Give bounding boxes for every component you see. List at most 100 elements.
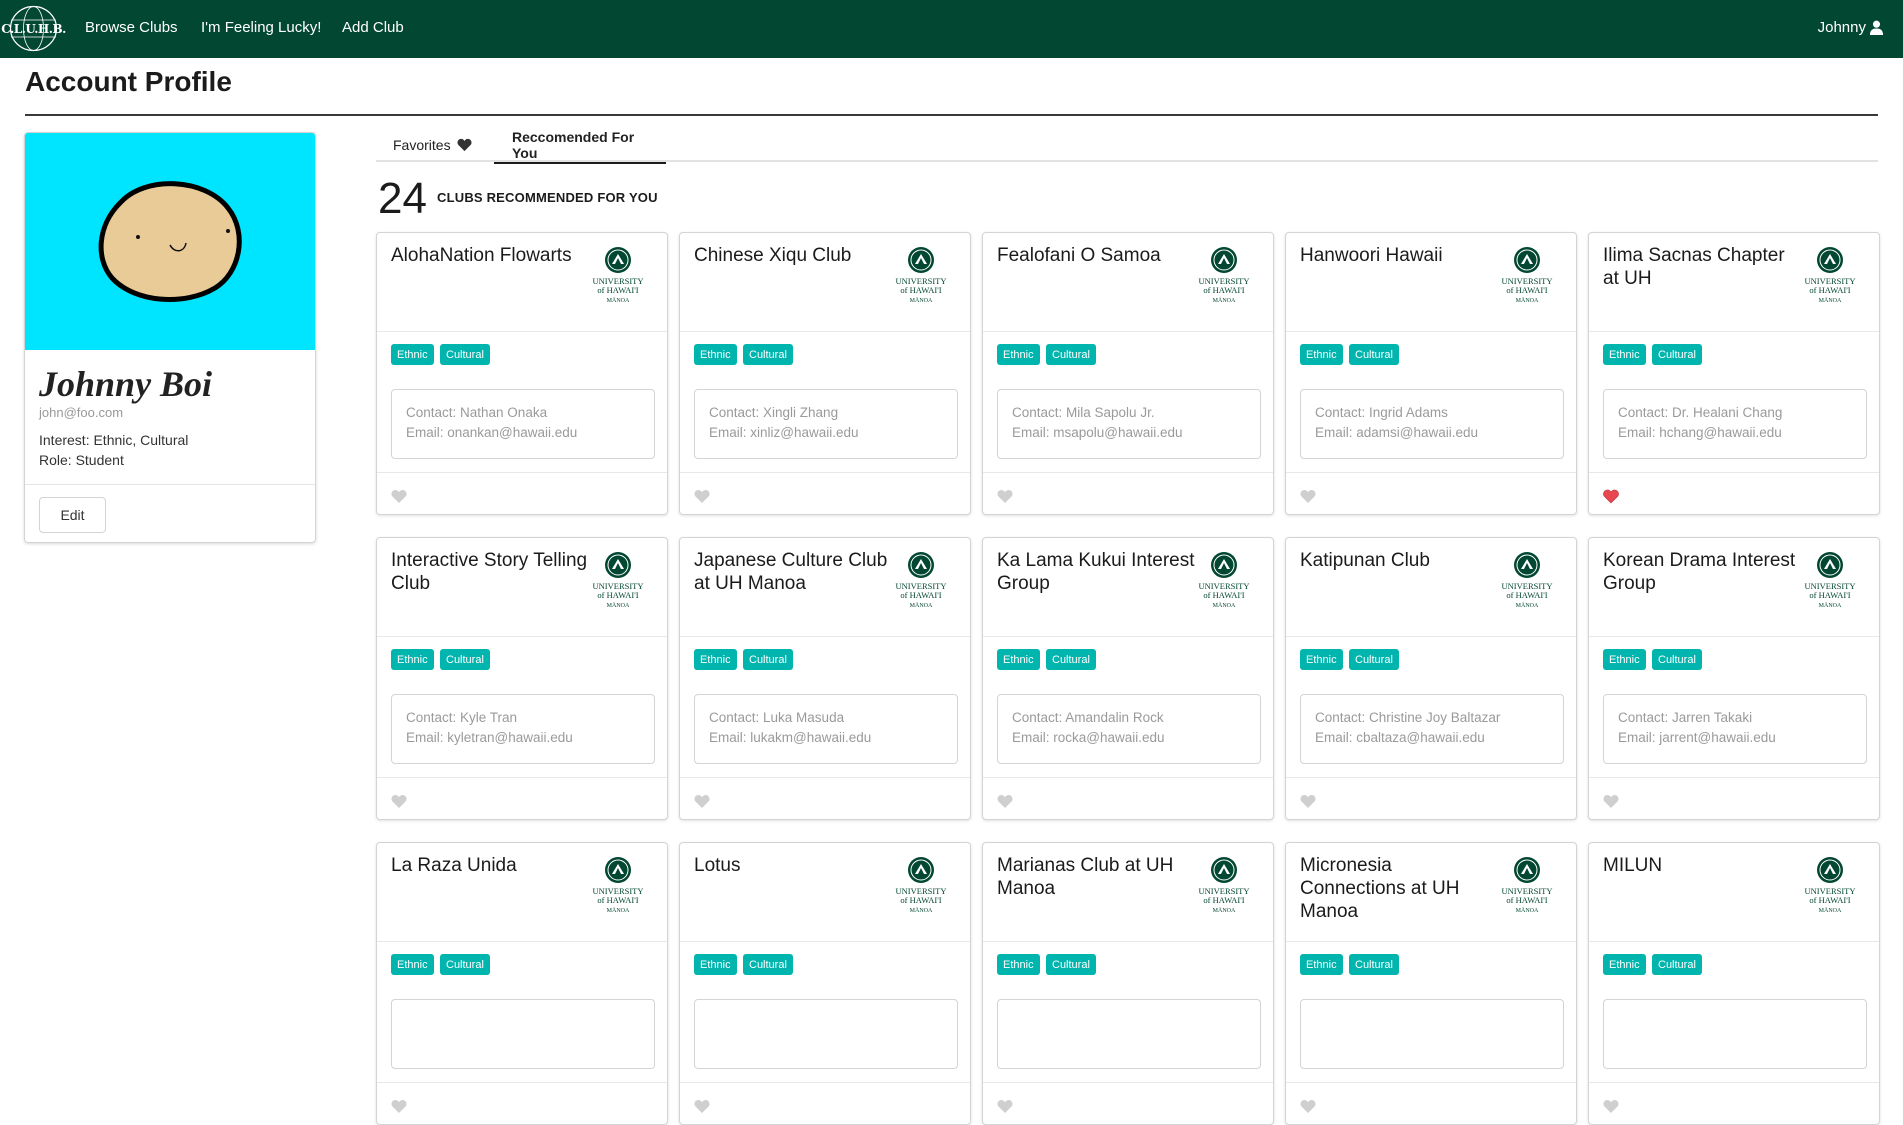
favorite-heart-icon[interactable]	[391, 489, 407, 505]
uh-manoa-logo: UNIVERSITY of HAWAI'I MĀNOA	[1805, 552, 1856, 609]
uh-logo-line2: of HAWAI'I	[1203, 590, 1244, 600]
club-card[interactable]: Chinese Xiqu Club UNIVERSITY of HAWAI'I …	[679, 232, 971, 515]
favorite-heart-icon[interactable]	[997, 794, 1013, 810]
club-card[interactable]: MILUN UNIVERSITY of HAWAI'I MĀNOA Ethnic…	[1588, 842, 1880, 1125]
uh-logo-line3: MĀNOA	[1516, 907, 1539, 914]
club-contact: Contact: Ingrid Adams	[1315, 405, 1448, 420]
favorite-heart-icon[interactable]	[694, 794, 710, 810]
tag-cultural: Cultural	[1652, 954, 1702, 975]
club-card[interactable]: Fealofani O Samoa UNIVERSITY of HAWAI'I …	[982, 232, 1274, 515]
club-name[interactable]: AlohaNation Flowarts	[391, 244, 591, 267]
card-divider	[983, 941, 1273, 942]
club-name[interactable]: Interactive Story Telling Club	[391, 549, 591, 595]
heart-icon	[457, 138, 472, 152]
favorite-heart-icon[interactable]	[694, 489, 710, 505]
favorite-heart-icon[interactable]	[1603, 794, 1619, 810]
club-card[interactable]: Interactive Story Telling Club UNIVERSIT…	[376, 537, 668, 820]
club-card[interactable]: Ka Lama Kukui Interest Group UNIVERSITY …	[982, 537, 1274, 820]
nav-add-club[interactable]: Add Club	[342, 19, 404, 36]
card-divider	[377, 941, 667, 942]
profile-email: john@foo.com	[39, 405, 124, 420]
card-divider	[1589, 331, 1879, 332]
club-card[interactable]: Hanwoori Hawaii UNIVERSITY of HAWAI'I MĀ…	[1285, 232, 1577, 515]
favorite-heart-icon[interactable]	[694, 1099, 710, 1115]
uh-manoa-logo: UNIVERSITY of HAWAI'I MĀNOA	[896, 857, 947, 914]
favorite-heart-icon[interactable]	[1603, 1099, 1619, 1115]
tag-ethnic: Ethnic	[997, 954, 1040, 975]
tag-cultural: Cultural	[1046, 649, 1096, 670]
uh-manoa-logo: UNIVERSITY of HAWAI'I MĀNOA	[1805, 247, 1856, 304]
club-card[interactable]: La Raza Unida UNIVERSITY of HAWAI'I MĀNO…	[376, 842, 668, 1125]
contact-box	[1603, 999, 1867, 1069]
recommended-count-label: CLUBS RECOMMENDED FOR YOU	[437, 190, 658, 205]
card-divider	[983, 636, 1273, 637]
club-name[interactable]: Ka Lama Kukui Interest Group	[997, 549, 1197, 595]
club-name[interactable]: Lotus	[694, 854, 894, 877]
club-card[interactable]: Katipunan Club UNIVERSITY of HAWAI'I MĀN…	[1285, 537, 1577, 820]
card-divider	[377, 777, 667, 778]
tab-recommended[interactable]: Reccomended For You	[494, 128, 666, 164]
contact-box	[694, 999, 958, 1069]
title-divider	[25, 114, 1878, 116]
club-card[interactable]: Japanese Culture Club at UH Manoa UNIVER…	[679, 537, 971, 820]
club-name[interactable]: Korean Drama Interest Group	[1603, 549, 1803, 595]
club-contact: Contact: Amandalin Rock	[1012, 710, 1164, 725]
top-navbar: C.L.U.H.B. Browse Clubs I'm Feeling Luck…	[0, 0, 1903, 58]
uh-logo-line3: MĀNOA	[607, 297, 630, 304]
card-divider	[680, 472, 970, 473]
edit-profile-button[interactable]: Edit	[39, 497, 106, 533]
favorite-heart-icon[interactable]	[1300, 489, 1316, 505]
favorite-heart-icon[interactable]	[997, 489, 1013, 505]
club-name[interactable]: Fealofani O Samoa	[997, 244, 1197, 267]
favorite-heart-icon[interactable]	[391, 794, 407, 810]
card-divider	[1589, 636, 1879, 637]
nav-feeling-lucky[interactable]: I'm Feeling Lucky!	[201, 19, 321, 36]
club-email: Email: onankan@hawaii.edu	[406, 425, 578, 440]
profile-role: Role: Student	[39, 452, 124, 468]
card-divider	[377, 1082, 667, 1083]
club-name[interactable]: Chinese Xiqu Club	[694, 244, 894, 267]
club-email: Email: rocka@hawaii.edu	[1012, 730, 1165, 745]
club-logo[interactable]: C.L.U.H.B.	[1, 5, 66, 52]
club-contact: Contact: Luka Masuda	[709, 710, 845, 725]
favorite-heart-icon[interactable]	[997, 1099, 1013, 1115]
uh-manoa-logo: UNIVERSITY of HAWAI'I MĀNOA	[593, 552, 644, 609]
card-divider	[1589, 472, 1879, 473]
uh-logo-line3: MĀNOA	[1213, 297, 1236, 304]
club-card[interactable]: AlohaNation Flowarts UNIVERSITY of HAWAI…	[376, 232, 668, 515]
club-name[interactable]: Japanese Culture Club at UH Manoa	[694, 549, 894, 595]
uh-logo-line3: MĀNOA	[910, 602, 933, 609]
club-name[interactable]: Hanwoori Hawaii	[1300, 244, 1500, 267]
contact-box: Contact: Jarren Takaki Email: jarrent@ha…	[1603, 694, 1867, 764]
club-card[interactable]: Marianas Club at UH Manoa UNIVERSITY of …	[982, 842, 1274, 1125]
uh-logo-line2: of HAWAI'I	[597, 895, 638, 905]
favorite-heart-icon[interactable]	[1300, 1099, 1316, 1115]
club-card[interactable]: Korean Drama Interest Group UNIVERSITY o…	[1588, 537, 1880, 820]
favorite-heart-icon[interactable]	[1603, 489, 1619, 505]
nav-browse-clubs[interactable]: Browse Clubs	[85, 19, 178, 36]
user-menu[interactable]: Johnny	[1818, 19, 1884, 36]
profile-interest: Interest: Ethnic, Cultural	[39, 432, 189, 448]
club-contact: Contact: Jarren Takaki	[1618, 710, 1753, 725]
tag-cultural: Cultural	[743, 344, 793, 365]
club-name[interactable]: Marianas Club at UH Manoa	[997, 854, 1197, 900]
club-card[interactable]: Lotus UNIVERSITY of HAWAI'I MĀNOA Ethnic…	[679, 842, 971, 1125]
card-divider	[680, 636, 970, 637]
tab-favorites[interactable]: Favorites	[376, 128, 490, 162]
club-card[interactable]: Micronesia Connections at UH Manoa UNIVE…	[1285, 842, 1577, 1125]
club-name[interactable]: MILUN	[1603, 854, 1803, 877]
club-name[interactable]: Ilima Sacnas Chapter at UH	[1603, 244, 1803, 290]
club-name[interactable]: Micronesia Connections at UH Manoa	[1300, 854, 1500, 923]
tab-favorites-label: Favorites	[393, 137, 451, 153]
club-name[interactable]: Katipunan Club	[1300, 549, 1500, 572]
favorite-heart-icon[interactable]	[1300, 794, 1316, 810]
uh-manoa-logo: UNIVERSITY of HAWAI'I MĀNOA	[593, 857, 644, 914]
card-divider	[1589, 777, 1879, 778]
club-name[interactable]: La Raza Unida	[391, 854, 591, 877]
favorite-heart-icon[interactable]	[391, 1099, 407, 1115]
club-card[interactable]: Ilima Sacnas Chapter at UH UNIVERSITY of…	[1588, 232, 1880, 515]
uh-logo-line2: of HAWAI'I	[1203, 895, 1244, 905]
club-email: Email: hchang@hawaii.edu	[1618, 425, 1782, 440]
contact-box: Contact: Nathan Onaka Email: onankan@haw…	[391, 389, 655, 459]
card-divider	[983, 331, 1273, 332]
